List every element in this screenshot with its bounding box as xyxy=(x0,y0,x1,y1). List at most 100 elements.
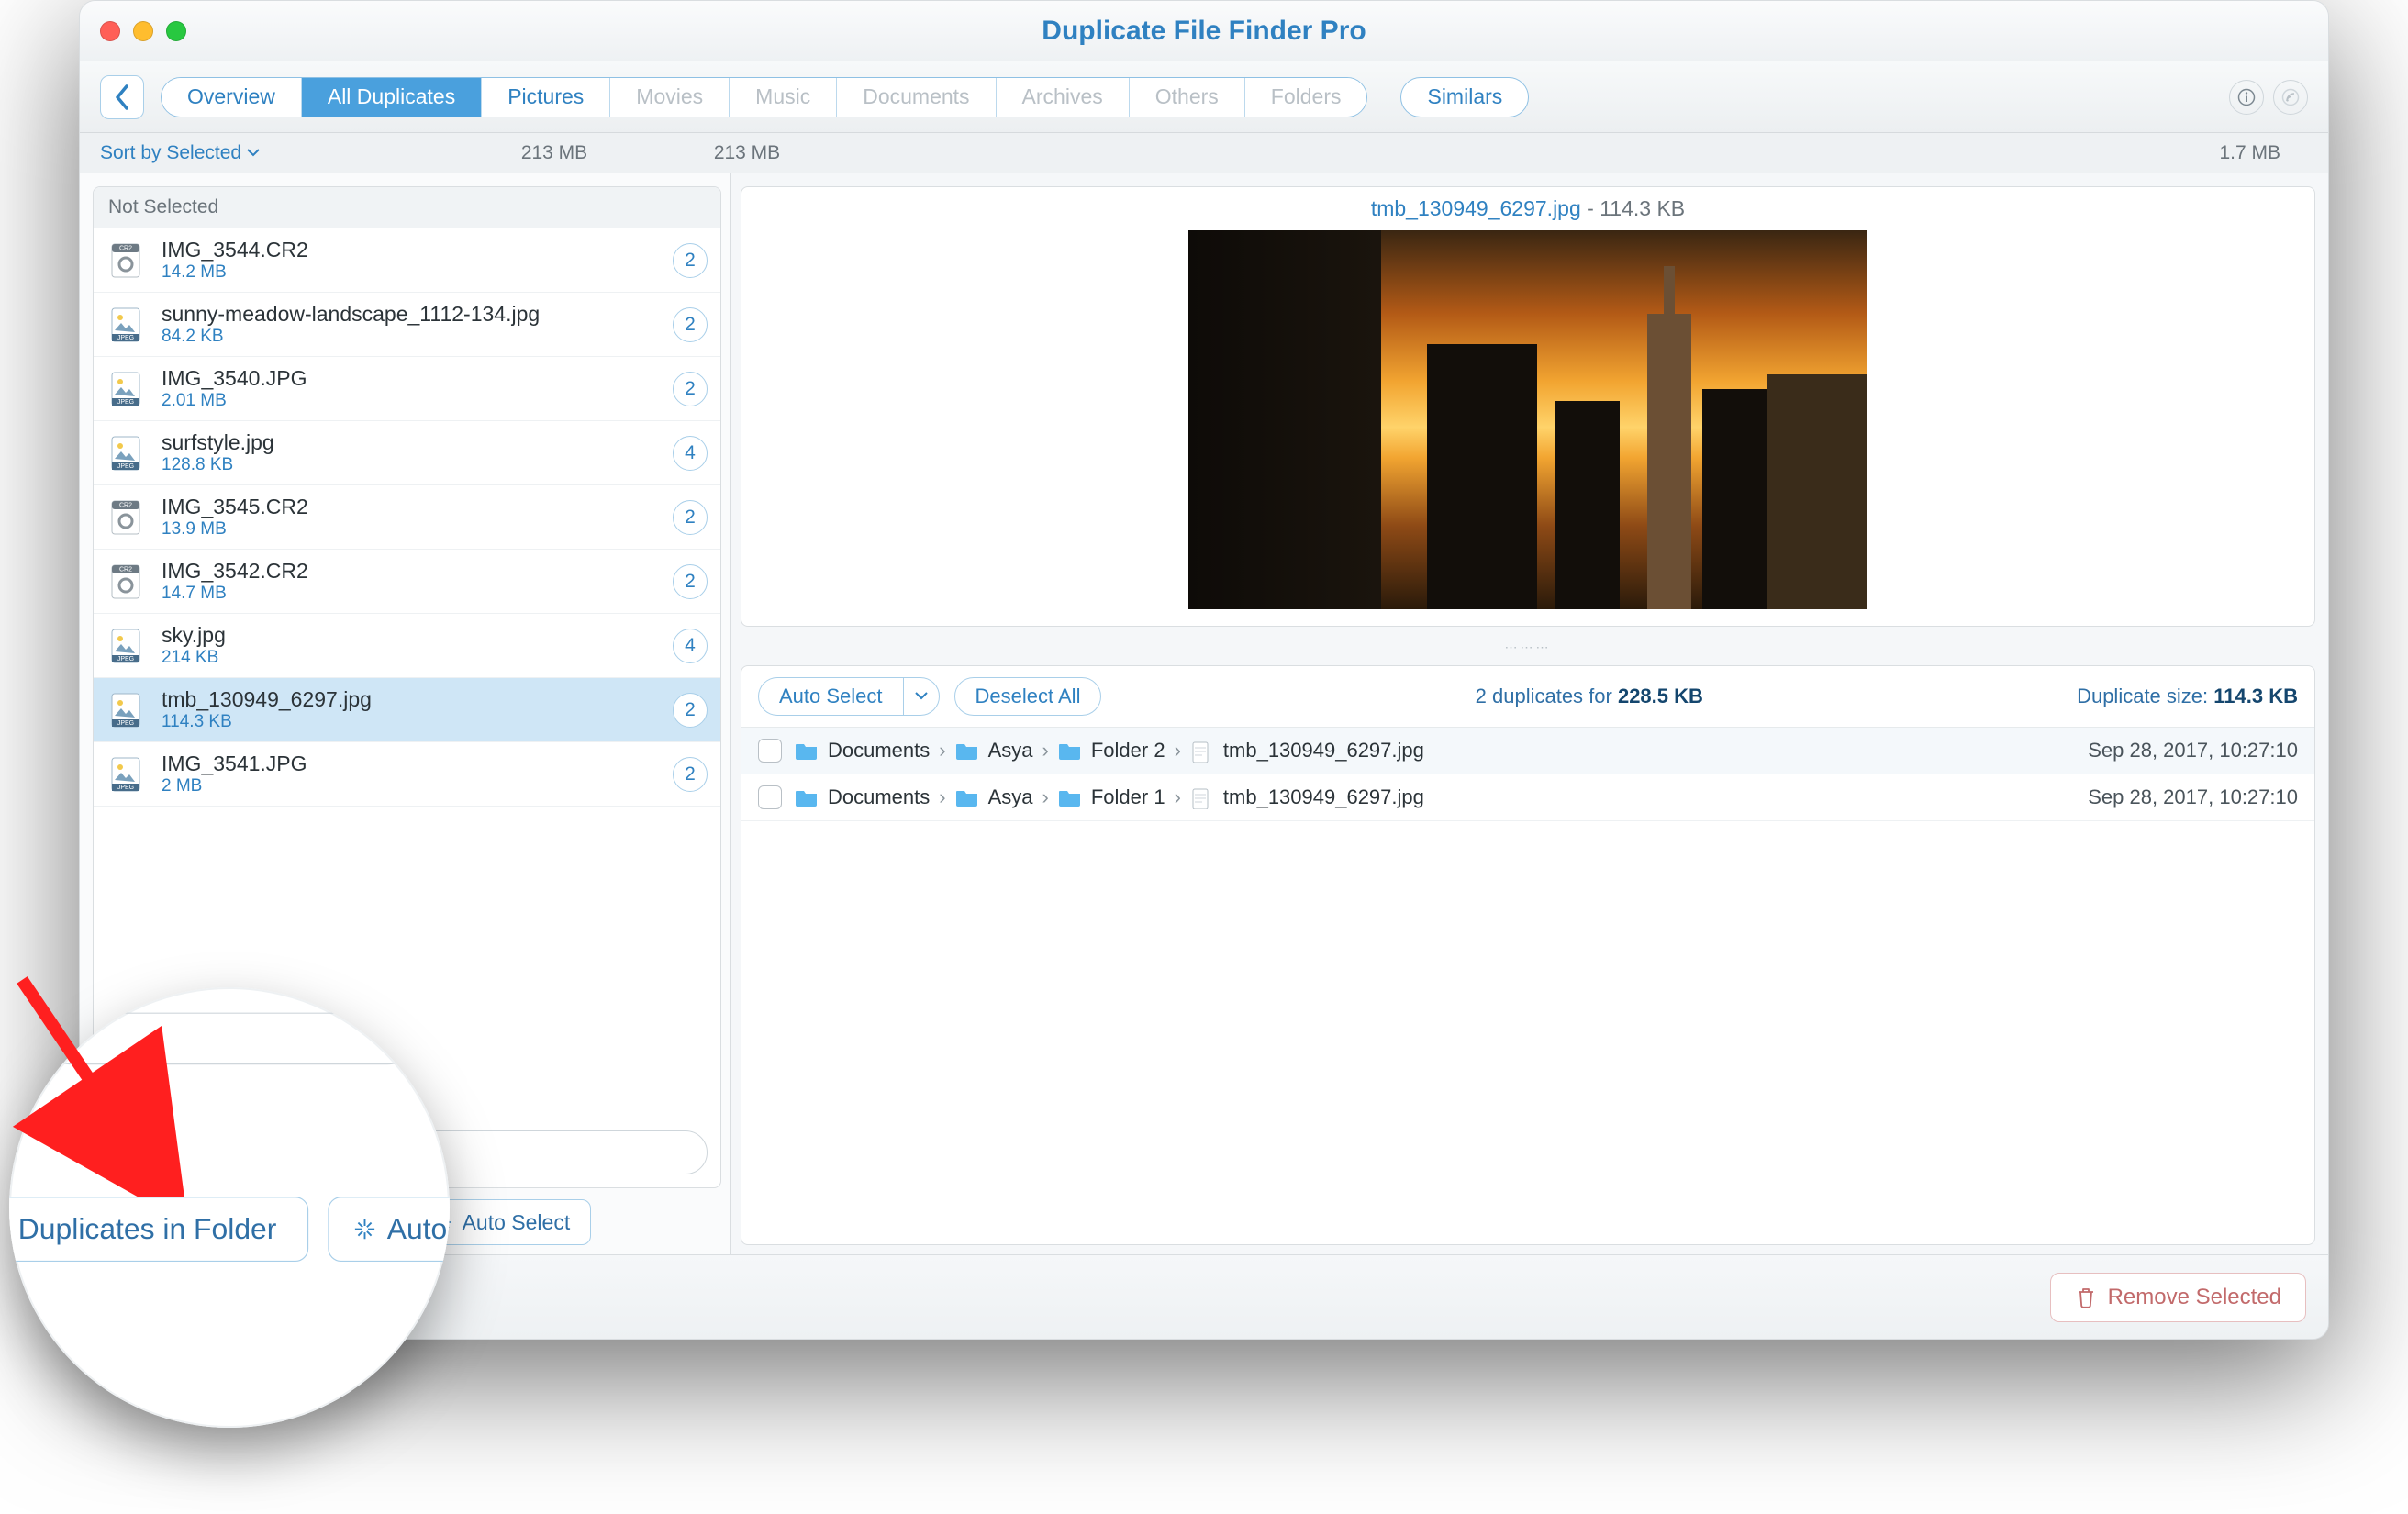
svg-text:JPEG: JPEG xyxy=(117,656,134,662)
svg-text:JPEG: JPEG xyxy=(117,399,134,406)
file-name: IMG_3541.JPG xyxy=(162,751,658,776)
crumb-segment: Documents xyxy=(828,785,930,809)
file-icon xyxy=(1190,787,1214,807)
tab-similars[interactable]: Similars xyxy=(1400,77,1529,117)
sort-label: Sort by Selected xyxy=(100,142,241,164)
detail-summary: 2 duplicates for 228.5 KB xyxy=(1116,685,2062,708)
magnified-auto-select-button[interactable]: Auto Select xyxy=(328,1197,450,1262)
tab-overview[interactable]: Overview xyxy=(162,78,302,117)
chevron-right-icon: › xyxy=(1042,785,1049,809)
chevron-right-icon: › xyxy=(939,739,945,763)
cr2-icon: CR2 xyxy=(106,240,147,281)
chevron-right-icon: › xyxy=(1175,739,1181,763)
deselect-all-button[interactable]: Deselect All xyxy=(954,677,1102,716)
auto-select-pill[interactable]: Auto Select xyxy=(758,677,903,716)
titlebar: Duplicate File Finder Pro xyxy=(80,1,2328,61)
detail-header: Auto Select Deselect All 2 duplicates fo… xyxy=(741,666,2314,728)
folder-icon xyxy=(1058,740,1082,761)
file-name: IMG_3540.JPG xyxy=(162,366,658,391)
sort-dropdown[interactable]: Sort by Selected xyxy=(100,142,394,164)
crumb-segment: Asya xyxy=(988,785,1033,809)
jpeg-icon: JPEG xyxy=(106,690,147,730)
detail-dup-size: Duplicate size: 114.3 KB xyxy=(2077,685,2298,708)
svg-text:JPEG: JPEG xyxy=(117,463,134,470)
tab-documents: Documents xyxy=(837,78,996,117)
svg-text:CR2: CR2 xyxy=(119,566,132,573)
row-checkbox[interactable] xyxy=(758,739,782,763)
magnified-select-folder-button[interactable]: Select Duplicates in Folder xyxy=(9,1197,308,1262)
trash-icon xyxy=(2075,1286,2097,1309)
remove-label: Remove Selected xyxy=(2108,1285,2281,1310)
auto-select-dropdown[interactable] xyxy=(903,677,940,716)
chevron-down-icon xyxy=(915,692,928,701)
chevron-right-icon: › xyxy=(1175,785,1181,809)
chevron-down-icon xyxy=(247,149,260,158)
list-item[interactable]: JPEG IMG_3540.JPG2.01 MB 2 xyxy=(94,357,720,421)
back-button[interactable] xyxy=(100,75,144,119)
list-item[interactable]: JPEGsky.jpg214 KB4 xyxy=(94,614,720,678)
tab-music: Music xyxy=(730,78,837,117)
sparkle-icon xyxy=(352,1218,376,1241)
size-row: Sort by Selected 213 MB 213 MB 1.7 MB xyxy=(80,133,2328,173)
dup-count-badge: 2 xyxy=(673,307,708,342)
splitter-grip[interactable]: ⋯⋯⋯ xyxy=(741,640,2315,652)
chevron-right-icon: › xyxy=(1042,739,1049,763)
list-item[interactable]: JPEGsunny-meadow-landscape_1112-134.jpg8… xyxy=(94,293,720,357)
folder-icon xyxy=(955,787,979,807)
row-checkbox[interactable] xyxy=(758,785,782,809)
duplicate-row[interactable]: Documents›Asya›Folder 2›tmb_130949_6297.… xyxy=(741,728,2314,774)
dup-count-badge: 2 xyxy=(673,372,708,406)
zoom-window-button[interactable] xyxy=(166,21,186,41)
breadcrumb: Documents›Asya›Folder 2›tmb_130949_6297.… xyxy=(795,739,2075,763)
info-icon[interactable] xyxy=(2229,80,2264,115)
dup-count-badge: 4 xyxy=(673,629,708,663)
list-item[interactable]: CR2IMG_3545.CR213.9 MB2 xyxy=(94,485,720,550)
folder-icon xyxy=(795,787,819,807)
list-item[interactable]: CR2IMG_3542.CR214.7 MB2 xyxy=(94,550,720,614)
category-tabs: Overview All Duplicates Pictures Movies … xyxy=(161,77,1367,117)
list-item[interactable]: JPEG IMG_3541.JPG2 MB 2 xyxy=(94,742,720,807)
detail-rows: Documents›Asya›Folder 2›tmb_130949_6297.… xyxy=(741,728,2314,821)
svg-text:JPEG: JPEG xyxy=(117,720,134,727)
jpeg-icon: JPEG xyxy=(106,369,147,409)
detail-panel: Auto Select Deselect All 2 duplicates fo… xyxy=(741,665,2315,1245)
dup-count-badge: 2 xyxy=(673,243,708,278)
toolbar: Overview All Duplicates Pictures Movies … xyxy=(80,61,2328,133)
close-window-button[interactable] xyxy=(100,21,120,41)
file-size: 2 MB xyxy=(162,776,658,796)
preview-image xyxy=(1188,230,1867,609)
svg-text:CR2: CR2 xyxy=(119,502,132,508)
window-title: Duplicate File Finder Pro xyxy=(80,16,2328,47)
dup-count-badge: 4 xyxy=(673,436,708,471)
file-size: 128.8 KB xyxy=(162,455,658,475)
crumb-segment: Folder 1 xyxy=(1091,785,1165,809)
folder-icon xyxy=(955,740,979,761)
list-item[interactable]: CR2IMG_3544.CR214.2 MB2 xyxy=(94,228,720,293)
jpeg-icon: JPEG xyxy=(106,433,147,473)
tab-all-duplicates[interactable]: All Duplicates xyxy=(302,78,482,117)
rss-icon[interactable] xyxy=(2273,80,2308,115)
crumb-segment: Documents xyxy=(828,739,930,763)
preview-size: - 114.3 KB xyxy=(1581,196,1685,220)
duplicate-row[interactable]: Documents›Asya›Folder 1›tmb_130949_6297.… xyxy=(741,774,2314,821)
magnified-row-count: 2 xyxy=(427,987,450,1004)
dup-count-badge: 2 xyxy=(673,757,708,792)
file-size: 2.01 MB xyxy=(162,391,658,411)
jpeg-icon: JPEG xyxy=(106,754,147,795)
auto-select-split: Auto Select xyxy=(758,677,940,716)
file-size: 13.9 MB xyxy=(162,519,658,540)
remove-selected-button[interactable]: Remove Selected xyxy=(2050,1273,2306,1322)
folder-icon xyxy=(1058,787,1082,807)
minimize-window-button[interactable] xyxy=(133,21,153,41)
file-size: 214 KB xyxy=(162,648,658,668)
list-item[interactable]: JPEGtmb_130949_6297.jpg114.3 KB2 xyxy=(94,678,720,742)
tab-movies: Movies xyxy=(610,78,730,117)
crumb-segment: tmb_130949_6297.jpg xyxy=(1223,739,1424,763)
folder-icon xyxy=(795,740,819,761)
list-item[interactable]: JPEGsurfstyle.jpg128.8 KB4 xyxy=(94,421,720,485)
file-name: IMG_3545.CR2 xyxy=(162,495,658,519)
tab-folders: Folders xyxy=(1245,78,1367,117)
tab-pictures[interactable]: Pictures xyxy=(482,78,610,117)
crumb-segment: tmb_130949_6297.jpg xyxy=(1223,785,1424,809)
breadcrumb: Documents›Asya›Folder 1›tmb_130949_6297.… xyxy=(795,785,2075,809)
